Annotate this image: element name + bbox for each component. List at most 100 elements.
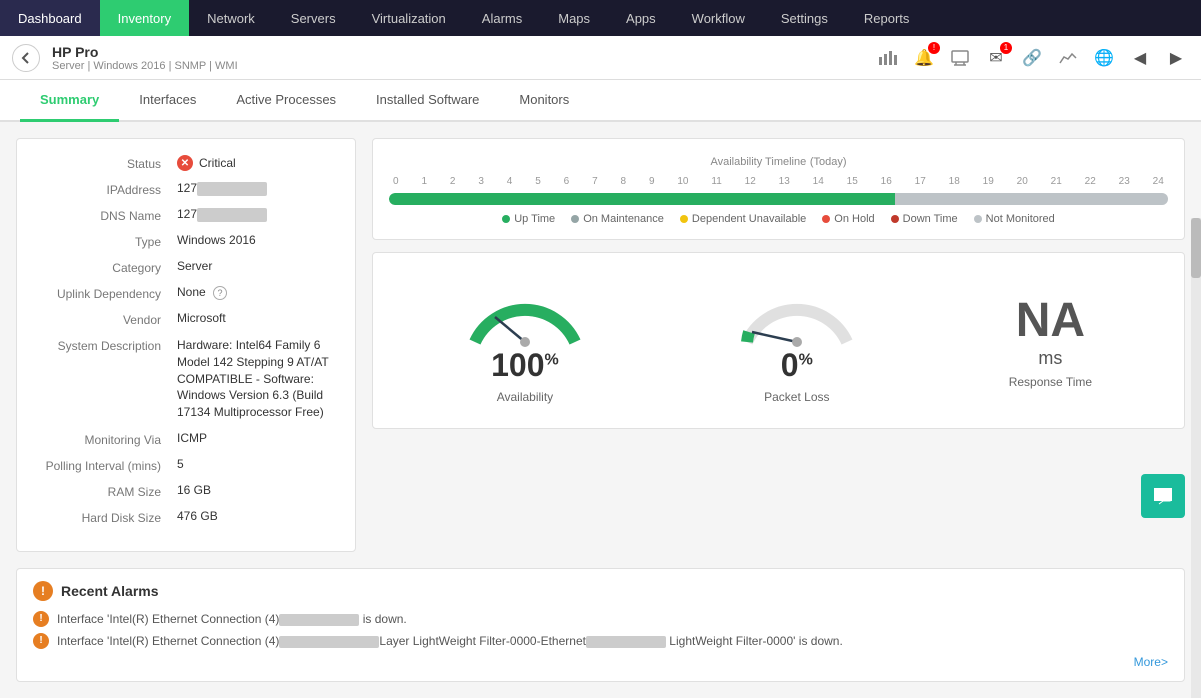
ip-value: 127 — [177, 181, 267, 196]
status-value: ✕ Critical — [177, 155, 236, 171]
legend-maintenance: On Maintenance — [571, 213, 664, 225]
timeline-hours: 012 345 678 91011 121314 151617 181920 2… — [389, 176, 1168, 187]
bell-icon[interactable]: 🔔 ! — [911, 45, 937, 71]
ram-label: RAM Size — [37, 483, 177, 499]
dns-value: 127 — [177, 207, 267, 222]
link-icon[interactable]: 🔗 — [1019, 45, 1045, 71]
availability-title: Availability Timeline (Today) — [389, 153, 1168, 168]
availability-gauge: 100% Availability — [465, 277, 585, 404]
category-label: Category — [37, 259, 177, 275]
more-alarms-link[interactable]: More> — [33, 655, 1168, 669]
mail-icon[interactable]: ✉ 1 — [983, 45, 1009, 71]
recent-alarms-card: ! Recent Alarms ! Interface 'Intel(R) Et… — [16, 568, 1185, 682]
tab-summary[interactable]: Summary — [20, 80, 119, 122]
nav-servers[interactable]: Servers — [273, 0, 354, 36]
nav-alarms[interactable]: Alarms — [464, 0, 540, 36]
packet-loss-label: Packet Loss — [764, 390, 829, 404]
availability-card: Availability Timeline (Today) 012 345 67… — [372, 138, 1185, 240]
gauges-row: 100% Availability — [389, 267, 1168, 414]
nav-settings[interactable]: Settings — [763, 0, 846, 36]
alarms-header-icon: ! — [33, 581, 53, 601]
availability-label: Availability — [497, 390, 553, 404]
timeline-legend: Up Time On Maintenance Dependent Unavail… — [389, 213, 1168, 225]
nav-virtualization[interactable]: Virtualization — [354, 0, 464, 36]
tab-monitors[interactable]: Monitors — [499, 80, 589, 122]
scrollbar-thumb[interactable] — [1191, 218, 1201, 278]
info-row-ram: RAM Size 16 GB — [37, 483, 335, 499]
category-value: Server — [177, 259, 212, 273]
uplink-value: None ? — [177, 285, 227, 300]
nav-network[interactable]: Network — [189, 0, 273, 36]
tab-interfaces[interactable]: Interfaces — [119, 80, 216, 122]
info-row-ip: IPAddress 127 — [37, 181, 335, 197]
chat-button[interactable] — [1141, 474, 1185, 518]
info-row-status: Status ✕ Critical — [37, 155, 335, 171]
status-label: Status — [37, 155, 177, 171]
alarms-header: ! Recent Alarms — [33, 581, 1168, 601]
packet-loss-value: 0% — [781, 347, 813, 384]
nav-reports[interactable]: Reports — [846, 0, 928, 36]
nav-workflow[interactable]: Workflow — [674, 0, 763, 36]
nav-dashboard[interactable]: Dashboard — [0, 0, 100, 36]
nav-apps[interactable]: Apps — [608, 0, 674, 36]
uplink-help-icon[interactable]: ? — [213, 286, 227, 300]
monitoring-value: ICMP — [177, 431, 207, 445]
info-row-category: Category Server — [37, 259, 335, 275]
polling-value: 5 — [177, 457, 184, 471]
availability-value: 100% — [491, 347, 559, 384]
type-value: Windows 2016 — [177, 233, 256, 247]
device-title: HP Pro — [52, 44, 238, 60]
ip-label: IPAddress — [37, 181, 177, 197]
hdd-value: 476 GB — [177, 509, 218, 523]
info-row-vendor: Vendor Microsoft — [37, 311, 335, 327]
next-icon[interactable]: ▶ — [1163, 45, 1189, 71]
devices-icon[interactable] — [947, 45, 973, 71]
packet-loss-gauge: 0% Packet Loss — [737, 277, 857, 404]
tab-active-processes[interactable]: Active Processes — [216, 80, 356, 122]
info-row-monitoring: Monitoring Via ICMP — [37, 431, 335, 447]
header-actions: 🔔 ! ✉ 1 🔗 🌐 ◀ ▶ — [875, 45, 1189, 71]
back-button[interactable] — [12, 44, 40, 72]
nav-maps[interactable]: Maps — [540, 0, 608, 36]
tab-installed-software[interactable]: Installed Software — [356, 80, 499, 122]
device-details-panel: Status ✕ Critical IPAddress 127 DNS Name… — [16, 138, 356, 552]
legend-dependent: Dependent Unavailable — [680, 213, 806, 225]
info-row-dns: DNS Name 127 — [37, 207, 335, 223]
nav-inventory[interactable]: Inventory — [100, 0, 189, 36]
critical-icon: ✕ — [177, 155, 193, 171]
sysdesc-value: Hardware: Intel64 Family 6 Model 142 Ste… — [177, 337, 335, 421]
info-row-hdd: Hard Disk Size 476 GB — [37, 509, 335, 525]
device-info: HP Pro Server | Windows 2016 | SNMP | WM… — [52, 44, 238, 72]
info-row-type: Type Windows 2016 — [37, 233, 335, 249]
prev-icon[interactable]: ◀ — [1127, 45, 1153, 71]
timeline-unmonitored — [895, 193, 1168, 205]
alarm-row-2: ! Interface 'Intel(R) Ethernet Connectio… — [33, 633, 1168, 649]
graph-icon[interactable] — [1055, 45, 1081, 71]
legend-dot-downtime — [891, 215, 899, 223]
uplink-label: Uplink Dependency — [37, 285, 177, 301]
info-row-polling: Polling Interval (mins) 5 — [37, 457, 335, 473]
chart-icon[interactable] — [875, 45, 901, 71]
legend-notmonitored: Not Monitored — [974, 213, 1055, 225]
alarm-icon-1: ! — [33, 611, 49, 627]
alarm-icon-2: ! — [33, 633, 49, 649]
alarms-title: Recent Alarms — [61, 583, 159, 599]
sub-header: HP Pro Server | Windows 2016 | SNMP | WM… — [0, 36, 1201, 80]
device-subtitle: Server | Windows 2016 | SNMP | WMI — [52, 60, 238, 72]
legend-dot-uptime — [502, 215, 510, 223]
mail-badge: 1 — [1000, 42, 1012, 54]
info-row-uplink: Uplink Dependency None ? — [37, 285, 335, 301]
dns-label: DNS Name — [37, 207, 177, 223]
bell-badge: ! — [928, 42, 940, 54]
legend-dot-dependent — [680, 215, 688, 223]
sysdesc-label: System Description — [37, 337, 177, 353]
response-time-value: NA — [1016, 293, 1085, 348]
tabs-bar: Summary Interfaces Active Processes Inst… — [0, 80, 1201, 122]
timeline-uptime — [389, 193, 895, 205]
scrollbar-track[interactable] — [1191, 218, 1201, 698]
gauges-card: 100% Availability — [372, 252, 1185, 429]
availability-gauge-svg — [465, 277, 585, 347]
vendor-label: Vendor — [37, 311, 177, 327]
response-time-label: Response Time — [1009, 375, 1092, 389]
globe-icon[interactable]: 🌐 — [1091, 45, 1117, 71]
